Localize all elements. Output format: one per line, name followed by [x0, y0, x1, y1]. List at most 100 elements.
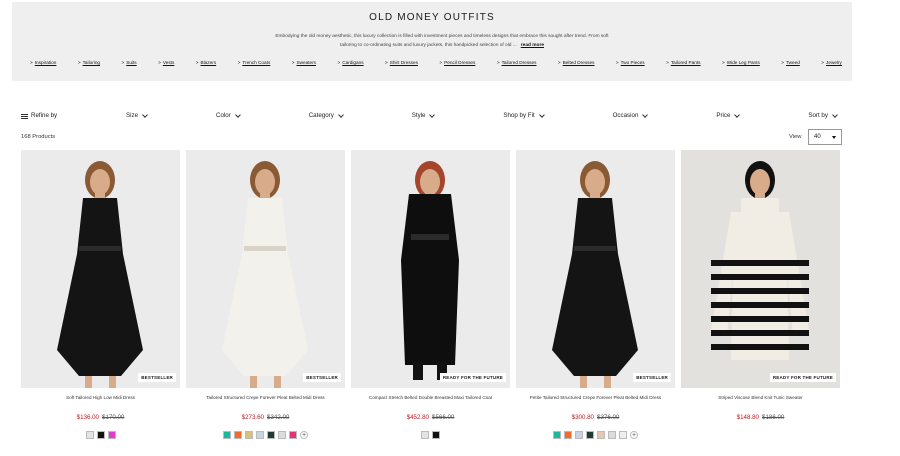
original-price: $566.00	[432, 414, 455, 421]
product-photo	[681, 150, 840, 388]
category-link[interactable]: > Pencil Dresses	[439, 60, 475, 65]
chevron-right-icon: >	[821, 60, 824, 65]
color-swatch[interactable]	[553, 431, 561, 439]
color-swatch[interactable]	[107, 431, 116, 439]
color-swatch[interactable]	[96, 431, 105, 439]
chevron-down-icon	[538, 111, 545, 118]
category-link-label: Two Pieces	[620, 60, 645, 65]
product-card[interactable]: BESTSELLER Soft Tailored High Low Midi Dr…	[21, 150, 180, 439]
chevron-right-icon: >	[721, 60, 725, 65]
product-name[interactable]: Petite Tailored Structured Crepe Forever…	[516, 395, 675, 403]
sale-price: $136.00	[76, 414, 99, 421]
category-link[interactable]: > Wide Leg Pants	[722, 60, 760, 65]
page-title: OLD MONEY OUTFITS	[369, 12, 495, 23]
filter-label: Color	[216, 112, 231, 119]
filter-dropdown[interactable]: Category	[308, 111, 344, 119]
product-photo	[21, 150, 180, 388]
more-colors-button[interactable]: +	[300, 431, 308, 439]
color-swatch[interactable]	[608, 431, 616, 439]
filter-dropdown[interactable]: Size	[126, 111, 148, 119]
color-swatch[interactable]	[245, 431, 253, 439]
product-image[interactable]: BESTSELLER	[186, 150, 345, 388]
category-link[interactable]: > Shirt Dresses	[385, 60, 418, 65]
original-price: $186.00	[762, 414, 785, 421]
product-card[interactable]: READY FOR THE FUTURE Striped Viscose Blen…	[681, 150, 840, 439]
collection-header: OLD MONEY OUTFITS Embodying the old mone…	[12, 2, 852, 81]
color-swatch[interactable]	[619, 431, 627, 439]
more-colors-button[interactable]: +	[630, 431, 638, 439]
category-link[interactable]: > Tweed	[781, 60, 800, 65]
product-image[interactable]: READY FOR THE FUTURE	[351, 150, 510, 388]
filter-dropdown[interactable]: Style	[411, 111, 436, 119]
product-name[interactable]: Tailored Structured Crepe Forever Pleat …	[186, 395, 345, 403]
category-link[interactable]: > Suits	[121, 60, 136, 65]
color-swatch[interactable]	[256, 431, 264, 439]
category-link[interactable]: > Tailored Dresses	[497, 60, 537, 65]
color-swatch[interactable]	[432, 431, 440, 439]
category-link[interactable]: > Inspiration	[30, 60, 56, 65]
color-swatch[interactable]	[267, 431, 275, 439]
category-link[interactable]: > Trench Coats	[238, 60, 271, 65]
filter-bar: Refine by Size Color Category Style Shop by …	[21, 111, 838, 119]
filter-dropdown[interactable]: Shop by Fit	[503, 111, 545, 119]
filter-label: Occasion	[612, 112, 639, 119]
color-swatch[interactable]	[278, 431, 286, 439]
category-link[interactable]: > Belted Dresses	[558, 60, 595, 65]
category-link-label: Suits	[126, 60, 137, 65]
color-swatches: +	[516, 431, 675, 439]
chevron-right-icon: >	[666, 60, 669, 65]
product-name[interactable]: Soft Tailored High Low Midi Dress	[21, 395, 180, 403]
category-link[interactable]: > Sweaters	[292, 60, 316, 65]
category-link[interactable]: > Tailored Pants	[666, 60, 700, 65]
chevron-down-icon	[734, 111, 741, 118]
filter-dropdown[interactable]: Price	[716, 111, 741, 119]
caret-down-icon	[832, 136, 836, 139]
refine-by-button[interactable]: Refine by	[21, 112, 57, 119]
category-link-label: Cardigans	[342, 60, 364, 65]
read-more-link[interactable]: read more	[521, 43, 544, 48]
per-page-select[interactable]: 40	[808, 129, 842, 145]
category-link-label: Inspiration	[34, 60, 57, 65]
color-swatch[interactable]	[597, 431, 605, 439]
chevron-right-icon: >	[337, 60, 341, 65]
product-image[interactable]: BESTSELLER	[21, 150, 180, 388]
product-grid: BESTSELLER Soft Tailored High Low Midi Dr…	[21, 150, 840, 439]
chevron-down-icon	[642, 111, 649, 118]
sale-price: $273.60	[241, 414, 264, 421]
product-price: $273.60 $342.00	[186, 414, 345, 421]
product-card[interactable]: BESTSELLER Petite Tailored Structured Cre…	[516, 150, 675, 439]
color-swatch[interactable]	[234, 431, 242, 439]
product-name[interactable]: Compact Stretch Belted Double Breasted M…	[351, 395, 510, 403]
filter-label: Style	[411, 112, 426, 119]
category-link[interactable]: > Cardigans	[337, 60, 363, 65]
color-swatch[interactable]	[289, 431, 297, 439]
category-link[interactable]: > Two Pieces	[616, 60, 645, 65]
category-link[interactable]: > Blazers	[196, 60, 216, 65]
product-card[interactable]: BESTSELLER Tailored Structured Crepe Fore…	[186, 150, 345, 439]
product-image[interactable]: READY FOR THE FUTURE	[681, 150, 840, 388]
view-label: View	[789, 134, 802, 140]
filter-dropdown[interactable]: Color	[216, 111, 241, 119]
product-name[interactable]: Striped Viscose Blend Knit Tunic Sweater	[681, 395, 840, 403]
product-photo	[186, 150, 345, 388]
color-swatch[interactable]	[223, 431, 231, 439]
per-page-value: 40	[814, 134, 821, 140]
filter-dropdown[interactable]: Occasion	[612, 111, 649, 119]
category-link[interactable]: > Tailoring	[78, 60, 100, 65]
color-swatch[interactable]	[575, 431, 583, 439]
product-card[interactable]: READY FOR THE FUTURE Compact Stretch Belt…	[351, 150, 510, 439]
category-link[interactable]: > Vests	[158, 60, 174, 65]
product-image[interactable]: BESTSELLER	[516, 150, 675, 388]
category-link-label: Pencil Dresses	[444, 60, 476, 65]
sliders-icon	[21, 113, 28, 119]
filter-label: Category	[308, 112, 334, 119]
color-swatch[interactable]	[421, 431, 429, 439]
chevron-right-icon: >	[158, 60, 161, 65]
color-swatch[interactable]	[564, 431, 572, 439]
filter-dropdown[interactable]: Sort by	[808, 111, 838, 119]
category-link-label: Vests	[162, 60, 175, 65]
category-link[interactable]: > Jewelry	[821, 60, 842, 65]
chevron-right-icon: >	[195, 60, 199, 65]
color-swatch[interactable]	[85, 431, 94, 439]
color-swatch[interactable]	[586, 431, 594, 439]
